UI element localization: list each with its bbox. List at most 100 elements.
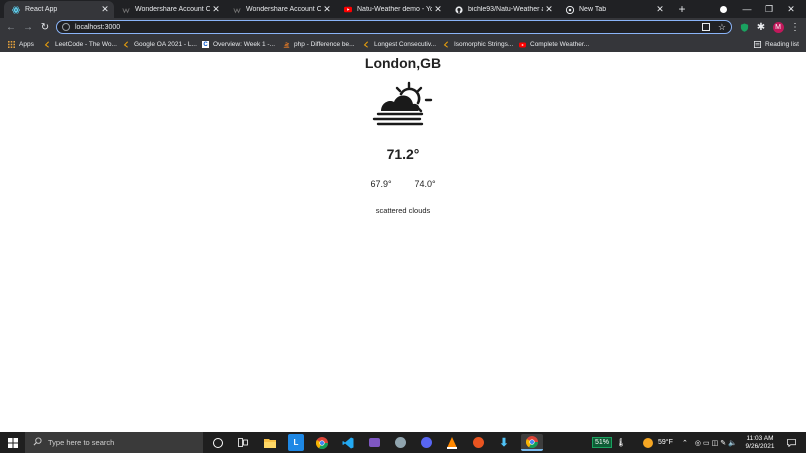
l-app-icon[interactable]: L — [288, 434, 304, 451]
tab-title: New Tab — [579, 6, 607, 13]
weather-description: scattered clouds — [375, 206, 431, 215]
notifications-icon[interactable] — [784, 432, 798, 453]
taskbar-search-box[interactable]: Type here to search — [25, 432, 203, 453]
partly-cloudy-fog-icon — [372, 81, 434, 134]
pen-icon[interactable]: ✎ — [720, 439, 728, 447]
profile-dot-icon[interactable] — [716, 0, 730, 18]
tab-new-tab[interactable]: New Tab ✕ — [558, 1, 669, 18]
qr-code-icon[interactable] — [701, 23, 710, 31]
min-temperature: 67.9° — [370, 179, 392, 189]
tab-react-app[interactable]: React App ✕ — [4, 1, 114, 18]
bookmark-longest-consecutive[interactable]: Longest Consecutiv... — [363, 37, 436, 52]
coursera-icon: C — [202, 41, 209, 48]
tab-github[interactable]: bichle93/Natu-Weather at ✕ — [447, 1, 558, 18]
cortana-icon[interactable] — [210, 434, 226, 451]
search-placeholder: Type here to search — [48, 438, 115, 447]
address-bar[interactable]: localhost:3000 ☆ — [56, 20, 732, 34]
start-button[interactable] — [4, 432, 22, 453]
close-tab-icon[interactable]: ✕ — [210, 4, 222, 15]
vscode-icon[interactable] — [340, 434, 356, 451]
tab-title: Wondershare Account Cent — [135, 6, 210, 13]
leetcode-icon — [44, 41, 51, 48]
battery-icon[interactable]: ▭ — [703, 439, 712, 447]
leetcode-icon — [123, 41, 130, 48]
volume-icon[interactable]: 🔈 — [728, 439, 739, 447]
bookmark-star-icon[interactable]: ☆ — [718, 22, 726, 33]
task-view-icon[interactable] — [235, 434, 251, 451]
tab-title: bichle93/Natu-Weather at — [468, 6, 543, 13]
tab-title: React App — [25, 6, 58, 13]
battery-percent: 51% — [592, 437, 613, 448]
download-icon[interactable]: ⬇ — [496, 434, 512, 451]
menu-kebab-icon[interactable]: ⋮ — [788, 18, 802, 37]
site-info-icon[interactable] — [62, 23, 70, 31]
chrome-icon — [566, 5, 574, 14]
battery-indicator[interactable]: 51% 🌡 — [592, 432, 626, 453]
bookmark-complete-weather[interactable]: Complete Weather... — [519, 37, 589, 52]
app-icon[interactable] — [366, 434, 382, 451]
youtube-icon — [519, 41, 526, 48]
bookmark-label: php - Difference be... — [294, 41, 355, 48]
bookmark-apps[interactable]: Apps — [8, 37, 34, 52]
close-tab-icon[interactable]: ✕ — [321, 4, 333, 15]
wondershare-icon — [233, 6, 241, 14]
ubuntu-icon[interactable] — [470, 434, 486, 451]
bookmark-label: Longest Consecutiv... — [374, 41, 437, 48]
bookmark-google-oa[interactable]: Google OA 2021 - L... — [123, 37, 197, 52]
react-icon — [12, 5, 20, 14]
vlc-icon[interactable] — [444, 434, 460, 451]
bookmark-isomorphic-strings[interactable]: Isomorphic Strings... — [443, 37, 513, 52]
extensions-puzzle-icon[interactable]: ✱ — [754, 18, 768, 37]
clock[interactable]: 11:03 AM 9/26/2021 — [744, 432, 776, 453]
bookmark-php[interactable]: php - Difference be... — [283, 37, 355, 52]
bookmark-label: Complete Weather... — [530, 41, 590, 48]
reload-icon[interactable]: ↻ — [38, 18, 52, 37]
stackoverflow-icon — [283, 41, 290, 48]
bookmark-label: Google OA 2021 - L... — [134, 41, 197, 48]
apps-grid-icon — [8, 41, 15, 48]
system-tray-icons[interactable]: ⌃ ◎ ▭ ◫ ✎ 🔈 — [682, 432, 739, 453]
leetcode-icon — [363, 41, 370, 48]
extension-shield-icon[interactable] — [737, 18, 751, 37]
tab-wondershare-1[interactable]: Wondershare Account Cent ✕ — [114, 1, 225, 18]
windows-logo-icon — [8, 437, 18, 448]
avatar[interactable]: M — [771, 18, 785, 37]
bookmark-leetcode[interactable]: LeetCode - The Wo... — [44, 37, 117, 52]
network-icon[interactable]: ◫ — [712, 439, 721, 447]
minimize-button[interactable]: — — [738, 0, 756, 18]
tab-wondershare-2[interactable]: Wondershare Account Cent ✕ — [225, 1, 336, 18]
bookmark-label: Overview: Week 1 -... — [213, 41, 276, 48]
clock-time: 11:03 AM — [746, 434, 774, 442]
app-icon[interactable] — [392, 434, 408, 451]
github-icon — [455, 5, 463, 14]
chrome-icon[interactable] — [314, 434, 330, 451]
back-arrow-icon[interactable]: ← — [4, 18, 18, 37]
file-explorer-icon[interactable] — [262, 434, 278, 451]
chevron-up-icon[interactable]: ⌃ — [682, 439, 690, 447]
current-temperature: 71.2° — [386, 146, 420, 162]
wifi-icon[interactable]: ◎ — [695, 439, 703, 447]
close-tab-icon[interactable]: ✕ — [432, 4, 444, 15]
close-window-button[interactable]: ✕ — [782, 0, 800, 18]
weather-widget-temp: 59°F — [658, 439, 673, 446]
restore-button[interactable]: ❐ — [760, 0, 778, 18]
tab-youtube[interactable]: Natu-Weather demo - YouT ✕ — [336, 1, 447, 18]
weather-widget[interactable]: 59°F — [643, 432, 673, 453]
new-tab-button[interactable]: + — [674, 0, 690, 18]
youtube-icon — [344, 6, 352, 14]
chrome-active-icon[interactable] — [521, 434, 543, 451]
reading-list-button[interactable]: Reading list — [754, 37, 799, 52]
bookmark-label: Apps — [19, 41, 34, 48]
forward-arrow-icon[interactable]: → — [21, 18, 35, 37]
leetcode-icon — [443, 41, 450, 48]
tab-title: Natu-Weather demo - YouT — [357, 6, 432, 13]
close-tab-icon[interactable]: ✕ — [543, 4, 555, 15]
close-tab-icon[interactable]: ✕ — [99, 4, 111, 15]
discord-icon[interactable] — [418, 434, 434, 451]
clock-date: 9/26/2021 — [745, 442, 775, 450]
close-tab-icon[interactable]: ✕ — [654, 4, 666, 15]
sun-icon — [643, 437, 653, 448]
address-text: localhost:3000 — [75, 23, 121, 31]
bookmark-overview[interactable]: C Overview: Week 1 -... — [202, 37, 275, 52]
city-name: London,GB — [364, 55, 442, 71]
